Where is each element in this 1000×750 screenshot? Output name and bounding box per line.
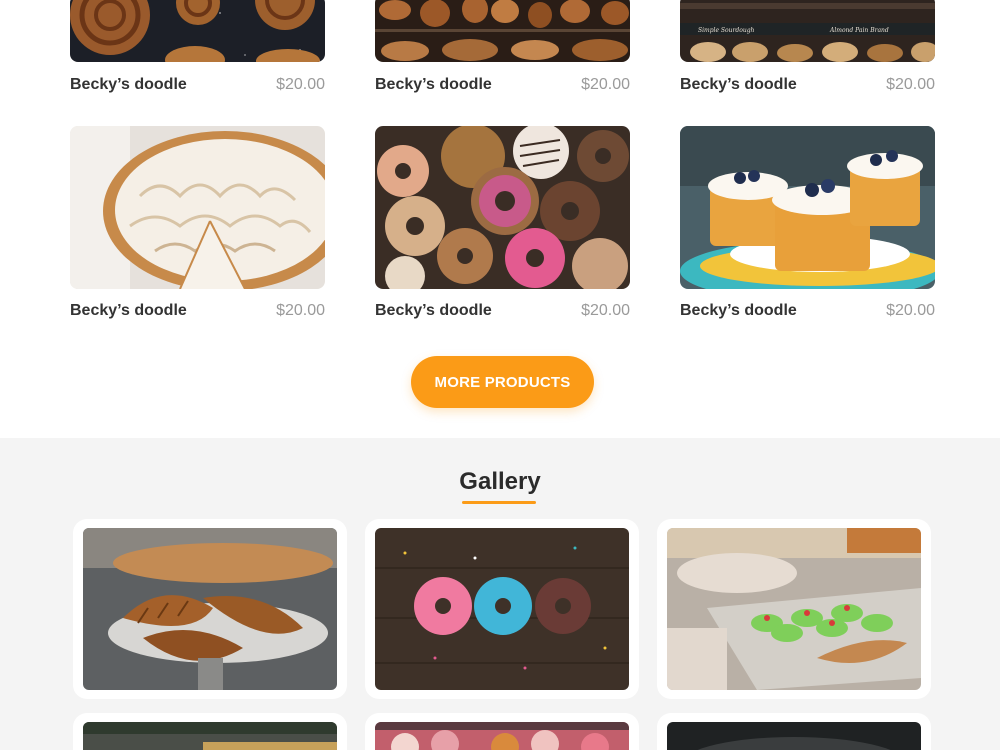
donuts-image[interactable] (375, 126, 630, 289)
product-price: $20.00 (581, 302, 630, 319)
gallery-card[interactable] (73, 713, 347, 750)
product-info: Becky’s doodle $20.00 (680, 74, 935, 96)
pastry-case-image[interactable] (667, 528, 921, 690)
gallery-section: Gallery (0, 438, 1000, 750)
gallery-card[interactable] (365, 713, 639, 750)
blueberry-cakes-image[interactable] (680, 126, 935, 289)
product-name[interactable]: Becky’s doodle (375, 302, 492, 320)
gallery-card[interactable] (657, 519, 931, 699)
gallery-card[interactable] (365, 519, 639, 699)
gallery-card[interactable] (657, 713, 931, 750)
gallery-title: Gallery (459, 468, 541, 495)
product-card[interactable]: Simple Sourdough Almond Pain Brand Becky… (680, 0, 935, 96)
gallery-title-underline (462, 501, 536, 504)
product-price: $20.00 (581, 76, 630, 93)
product-price: $20.00 (276, 76, 325, 93)
three-donuts-image[interactable] (375, 528, 629, 690)
products-section: Becky’s doodle $20.00 Becky’s doodle $20… (0, 0, 1000, 438)
svg-text:Simple Sourdough: Simple Sourdough (698, 27, 755, 34)
more-products-button[interactable]: MORE PRODUCTS (411, 356, 594, 408)
macarons-image[interactable] (375, 722, 629, 750)
product-price: $20.00 (276, 302, 325, 319)
product-info: Becky’s doodle $20.00 (680, 300, 935, 322)
display-case-image[interactable] (83, 722, 337, 750)
dark-shelf-image[interactable] (667, 722, 921, 750)
bread-counter-image[interactable]: Simple Sourdough Almond Pain Brand (680, 0, 935, 62)
product-info: Becky’s doodle $20.00 (375, 74, 630, 96)
product-name[interactable]: Becky’s doodle (680, 302, 797, 320)
product-name[interactable]: Becky’s doodle (680, 76, 797, 94)
cinnamon-rolls-image[interactable] (70, 0, 325, 62)
product-price: $20.00 (886, 76, 935, 93)
svg-text:Almond Pain Brand: Almond Pain Brand (829, 27, 889, 34)
bread-shelf-image[interactable] (375, 0, 630, 62)
product-info: Becky’s doodle $20.00 (70, 74, 325, 96)
product-price: $20.00 (886, 302, 935, 319)
croissants-image[interactable] (83, 528, 337, 690)
product-card[interactable]: Becky’s doodle $20.00 (70, 126, 325, 322)
product-name[interactable]: Becky’s doodle (70, 76, 187, 94)
product-info: Becky’s doodle $20.00 (70, 300, 325, 322)
gallery-card[interactable] (73, 519, 347, 699)
product-info: Becky’s doodle $20.00 (375, 300, 630, 322)
product-name[interactable]: Becky’s doodle (375, 76, 492, 94)
product-card[interactable]: Becky’s doodle $20.00 (375, 126, 630, 322)
product-card[interactable]: Becky’s doodle $20.00 (680, 126, 935, 322)
product-card[interactable]: Becky’s doodle $20.00 (70, 0, 325, 96)
product-name[interactable]: Becky’s doodle (70, 302, 187, 320)
product-card[interactable]: Becky’s doodle $20.00 (375, 0, 630, 96)
meringue-pie-image[interactable] (70, 126, 325, 289)
